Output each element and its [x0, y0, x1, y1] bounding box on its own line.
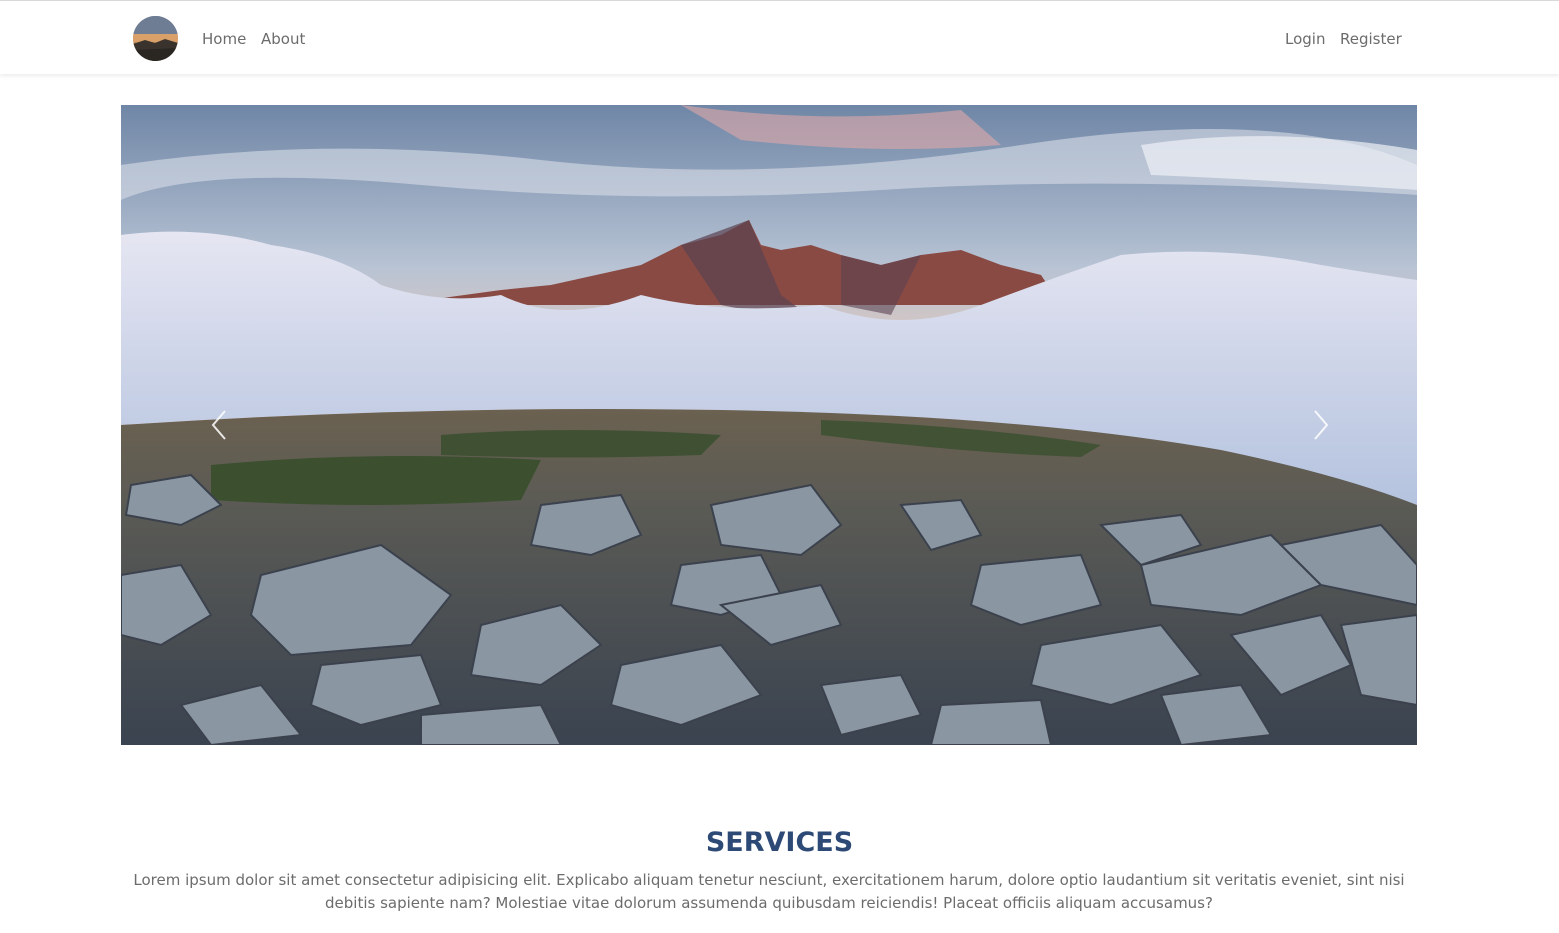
- carousel-slide-image: [121, 105, 1417, 745]
- chevron-left-icon: [211, 410, 226, 440]
- nav-register-link[interactable]: Register: [1340, 29, 1402, 49]
- nav-login-link[interactable]: Login: [1285, 29, 1325, 49]
- logo-avatar[interactable]: [133, 16, 178, 61]
- top-navbar: Home About Login Register: [0, 0, 1559, 74]
- carousel-next-button[interactable]: [1305, 405, 1335, 445]
- nav-home-link[interactable]: Home: [202, 29, 246, 49]
- carousel-prev-button[interactable]: [205, 405, 235, 445]
- services-heading: SERVICES: [705, 827, 854, 858]
- chevron-right-icon: [1314, 410, 1329, 440]
- nav-about-link[interactable]: About: [261, 29, 305, 49]
- services-description: Lorem ipsum dolor sit amet consectetur a…: [133, 871, 1405, 912]
- hero-carousel: [121, 105, 1417, 745]
